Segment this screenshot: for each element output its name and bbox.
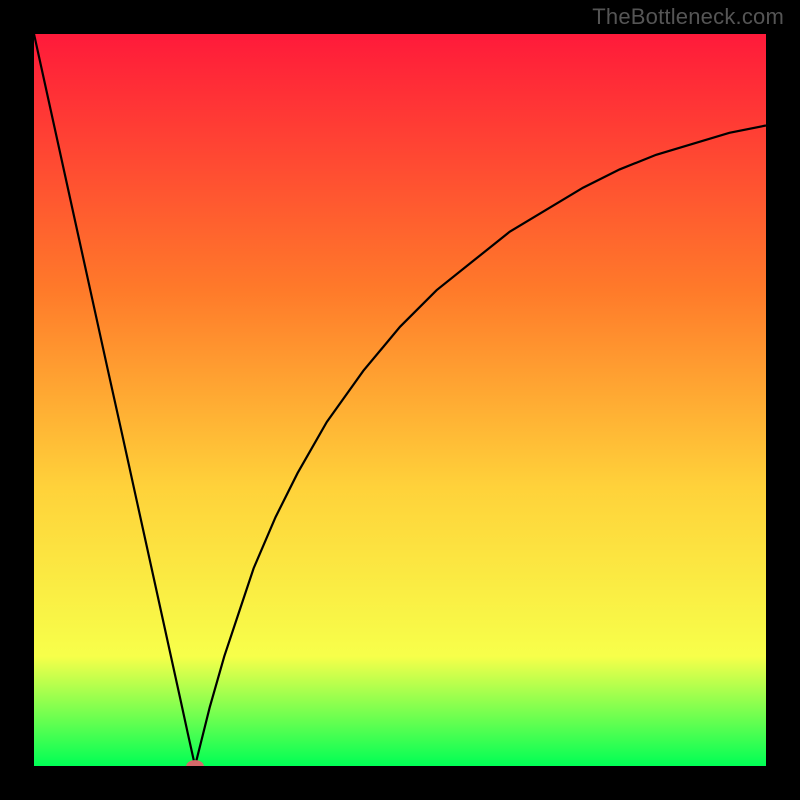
chart-svg [34, 34, 766, 766]
gradient-background [34, 34, 766, 766]
chart-frame: TheBottleneck.com [0, 0, 800, 800]
watermark-text: TheBottleneck.com [592, 4, 784, 30]
plot-area [34, 34, 766, 766]
